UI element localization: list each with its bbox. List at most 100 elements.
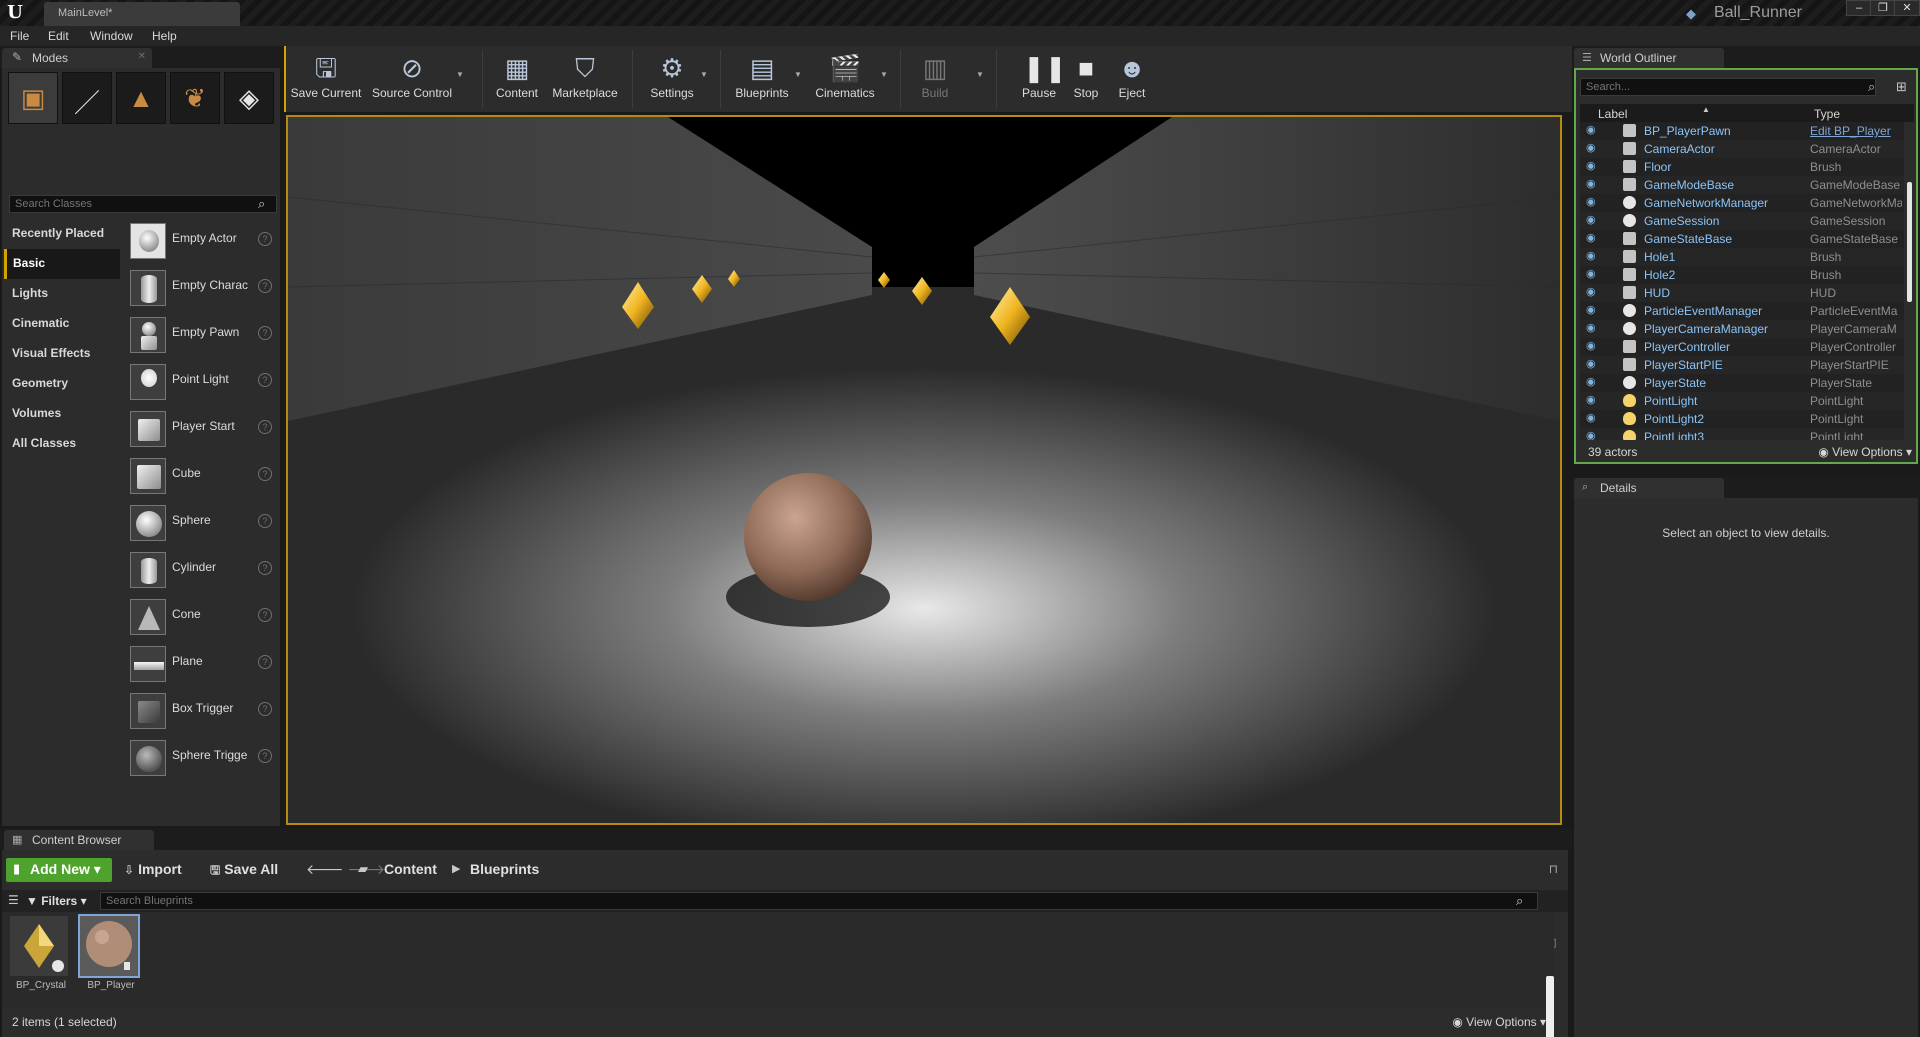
- outliner-row[interactable]: ◉ Hole1 Brush: [1580, 248, 1904, 266]
- chevron-down-icon[interactable]: ▼: [794, 70, 802, 79]
- place-mode-button[interactable]: ▣: [8, 72, 58, 124]
- outliner-row[interactable]: ◉ BP_PlayerPawn Edit BP_Player: [1580, 122, 1904, 140]
- outliner-row[interactable]: ◉ ParticleEventManager ParticleEventMa: [1580, 302, 1904, 320]
- outliner-row[interactable]: ◉ GameModeBase GameModeBase: [1580, 176, 1904, 194]
- chevron-down-icon[interactable]: ▼: [456, 70, 464, 79]
- build-button[interactable]: ▥ Build: [912, 50, 958, 110]
- content-browser-tab[interactable]: ▦ Content Browser: [4, 830, 154, 850]
- category-volumes[interactable]: Volumes: [4, 399, 120, 429]
- content-view-options[interactable]: ◉ View Options ▾: [1452, 1015, 1546, 1029]
- outliner-scrollbar[interactable]: [1907, 182, 1912, 302]
- eye-icon[interactable]: ◉: [1586, 393, 1596, 406]
- chevron-down-icon[interactable]: ▼: [976, 70, 984, 79]
- class-item-plane[interactable]: Plane ?: [122, 642, 280, 689]
- eye-icon[interactable]: ◉: [1586, 213, 1596, 226]
- world-outliner-tab[interactable]: ☰ World Outliner: [1574, 48, 1724, 68]
- save-current-button[interactable]: 🖫 Save Current: [290, 50, 362, 110]
- help-icon[interactable]: ?: [258, 655, 272, 669]
- breadcrumb-blueprints[interactable]: Blueprints: [470, 861, 539, 877]
- class-item-empty-character[interactable]: Empty Charac ?: [122, 266, 280, 313]
- class-item-empty-pawn[interactable]: Empty Pawn ?: [122, 313, 280, 360]
- outliner-view-options[interactable]: ◉ View Options ▾: [1818, 445, 1912, 459]
- close-window-button[interactable]: ✕: [1894, 0, 1920, 16]
- help-icon[interactable]: ?: [258, 279, 272, 293]
- marketplace-button[interactable]: ⛉ Marketplace: [550, 50, 620, 110]
- eye-icon[interactable]: ◉: [1586, 159, 1596, 172]
- minimize-button[interactable]: –: [1846, 0, 1872, 16]
- outliner-row[interactable]: ◉ PointLight PointLight: [1580, 392, 1904, 410]
- type-column-header[interactable]: Type: [1814, 107, 1840, 121]
- import-button[interactable]: ⇩ Import: [124, 861, 182, 877]
- eye-icon[interactable]: ◉: [1586, 141, 1596, 154]
- help-icon[interactable]: ?: [258, 749, 272, 763]
- sources-list-icon[interactable]: ☰: [8, 893, 19, 907]
- outliner-row[interactable]: ◉ PointLight3 PointLight: [1580, 428, 1904, 440]
- lock-icon[interactable]: ⊓: [1549, 862, 1558, 876]
- eye-icon[interactable]: ◉: [1586, 375, 1596, 388]
- paint-mode-button[interactable]: ／: [62, 72, 112, 124]
- outliner-row[interactable]: ◉ Hole2 Brush: [1580, 266, 1904, 284]
- class-item-sphere[interactable]: Sphere ?: [122, 501, 280, 548]
- outliner-row[interactable]: ◉ PointLight2 PointLight: [1580, 410, 1904, 428]
- save-all-button[interactable]: 🖫 Save All: [210, 861, 278, 882]
- back-arrow-icon[interactable]: 🡐: [306, 861, 344, 877]
- folder-icon[interactable]: ▰: [358, 861, 368, 877]
- help-icon[interactable]: ?: [258, 232, 272, 246]
- foliage-mode-button[interactable]: ❦: [170, 72, 220, 124]
- outliner-row[interactable]: ◉ PlayerCameraManager PlayerCameraM: [1580, 320, 1904, 338]
- close-icon[interactable]: ✕: [138, 51, 146, 62]
- search-blueprints-input[interactable]: [100, 892, 1538, 910]
- class-item-empty-actor[interactable]: Empty Actor ?: [122, 219, 280, 266]
- eye-icon[interactable]: ◉: [1586, 429, 1596, 440]
- asset-tile-selected[interactable]: BP_Player: [76, 914, 140, 1004]
- add-folder-icon[interactable]: ⊞: [1896, 79, 1907, 95]
- asset-tile[interactable]: BP_Crystal: [6, 916, 70, 1004]
- content-button[interactable]: ▦ Content: [492, 50, 542, 110]
- search-classes-input[interactable]: [9, 195, 277, 213]
- label-column-header[interactable]: Label: [1598, 107, 1627, 121]
- eye-icon[interactable]: ◉: [1586, 285, 1596, 298]
- class-item-box-trigger[interactable]: Box Trigger ?: [122, 689, 280, 736]
- eye-icon[interactable]: ◉: [1586, 195, 1596, 208]
- help-icon[interactable]: ?: [258, 467, 272, 481]
- outliner-row[interactable]: ◉ GameSession GameSession: [1580, 212, 1904, 230]
- outliner-search-input[interactable]: [1580, 78, 1876, 96]
- outliner-row[interactable]: ◉ PlayerStartPIE PlayerStartPIE: [1580, 356, 1904, 374]
- eye-icon[interactable]: ◉: [1586, 267, 1596, 280]
- outliner-row[interactable]: ◉ HUD HUD: [1580, 284, 1904, 302]
- class-item-cube[interactable]: Cube ?: [122, 454, 280, 501]
- class-item-cone[interactable]: Cone ?: [122, 595, 280, 642]
- level-viewport[interactable]: [286, 115, 1562, 825]
- source-control-button[interactable]: ⊘ Source Control: [370, 50, 454, 110]
- add-new-button[interactable]: ▮ Add New ▾: [6, 858, 112, 882]
- eye-icon[interactable]: ◉: [1586, 411, 1596, 424]
- category-basic[interactable]: Basic: [4, 249, 120, 279]
- help-icon[interactable]: ?: [258, 702, 272, 716]
- menu-help[interactable]: Help: [152, 29, 177, 43]
- category-recently-placed[interactable]: Recently Placed: [4, 219, 120, 249]
- outliner-row[interactable]: ◉ PlayerController PlayerController: [1580, 338, 1904, 356]
- chevron-right-icon[interactable]: ▶: [452, 862, 460, 875]
- outliner-row[interactable]: ◉ Floor Brush: [1580, 158, 1904, 176]
- eye-icon[interactable]: ◉: [1586, 321, 1596, 334]
- eject-button[interactable]: ☻ Eject: [1112, 50, 1152, 110]
- eye-icon[interactable]: ◉: [1586, 231, 1596, 244]
- outliner-row[interactable]: ◉ GameStateBase GameStateBase: [1580, 230, 1904, 248]
- settings-button[interactable]: ⚙ Settings: [644, 50, 700, 110]
- class-item-cylinder[interactable]: Cylinder ?: [122, 548, 280, 595]
- stop-button[interactable]: ■ Stop: [1066, 50, 1106, 110]
- menu-file[interactable]: File: [10, 29, 29, 43]
- class-item-player-start[interactable]: Player Start ?: [122, 407, 280, 454]
- outliner-row[interactable]: ◉ GameNetworkManager GameNetworkMa: [1580, 194, 1904, 212]
- geometry-mode-button[interactable]: ◈: [224, 72, 274, 124]
- maximize-button[interactable]: ❐: [1870, 0, 1896, 16]
- help-icon[interactable]: ?: [258, 326, 272, 340]
- help-icon[interactable]: ?: [258, 608, 272, 622]
- eye-icon[interactable]: ◉: [1586, 339, 1596, 352]
- category-cinematic[interactable]: Cinematic: [4, 309, 120, 339]
- help-icon[interactable]: ?: [258, 561, 272, 575]
- category-all-classes[interactable]: All Classes: [4, 429, 120, 459]
- outliner-row[interactable]: ◉ PlayerState PlayerState: [1580, 374, 1904, 392]
- blueprints-button[interactable]: ▤ Blueprints: [730, 50, 794, 110]
- help-icon[interactable]: ?: [258, 514, 272, 528]
